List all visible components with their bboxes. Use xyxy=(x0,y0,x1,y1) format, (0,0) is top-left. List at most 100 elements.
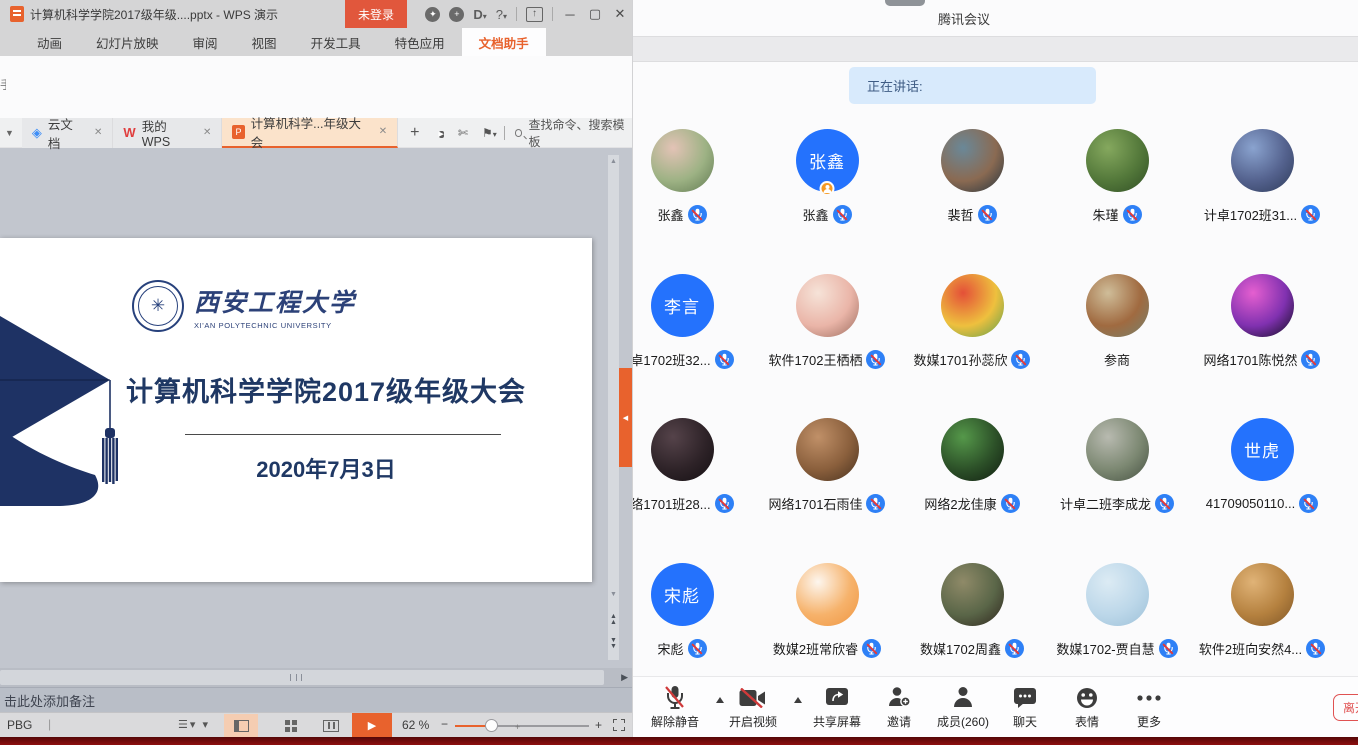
participant-tile[interactable]: 计卓1702班31... xyxy=(1190,129,1334,224)
participant-avatar xyxy=(1086,563,1149,626)
toolbar-button-cam-off[interactable]: 开启视频 xyxy=(720,684,786,730)
help-icon[interactable]: ?▾ xyxy=(496,7,507,22)
participant-name: 计卓二班李成龙 xyxy=(1060,494,1151,513)
maximize-button[interactable]: ▢ xyxy=(587,6,603,22)
zoom-slider[interactable]: + xyxy=(455,725,589,727)
bottom-red-bar xyxy=(0,737,1358,745)
notes-toggle-icon[interactable]: ☰▾ ▾ xyxy=(178,718,210,731)
toolbar-button-invite[interactable]: 邀请 xyxy=(866,684,932,730)
muted-mic-icon xyxy=(715,350,734,369)
menu-tab-4[interactable]: 开发工具 xyxy=(294,28,378,56)
participant-avatar: 宋彪 xyxy=(651,563,714,626)
previous-slide-icon[interactable]: ▲▲ xyxy=(608,614,619,626)
menu-tab-1[interactable]: 幻灯片放映 xyxy=(79,28,176,56)
menu-tab-2[interactable]: 审阅 xyxy=(176,28,235,56)
notes-placeholder: 击此处添加备注 xyxy=(4,691,95,710)
mic-off-icon xyxy=(664,684,686,711)
close-tab-icon[interactable]: ✕ xyxy=(203,127,211,138)
participant-tile[interactable]: 裴哲 xyxy=(900,129,1044,224)
document-tab-0[interactable]: ◈云文档✕ xyxy=(22,118,114,148)
participant-tile[interactable]: 数媒2班常欣睿 xyxy=(755,563,899,658)
tab-list-dropdown-icon[interactable]: ▼ xyxy=(5,128,14,138)
vertical-scrollbar[interactable]: ▲ ▼ ▲▲ ▼▼ xyxy=(608,155,619,660)
slideshow-play-button[interactable]: ▶ xyxy=(352,713,392,737)
participant-tile[interactable]: 络1701班28... xyxy=(632,418,754,513)
pin-window-icon[interactable]: ↑ xyxy=(526,7,543,22)
participant-tile[interactable]: 张鑫 xyxy=(632,129,754,224)
participant-avatar xyxy=(1086,274,1149,337)
participant-name: 卓1702班32... xyxy=(632,350,711,369)
horizontal-scrollbar[interactable]: ▶ xyxy=(0,668,632,687)
toolbar-button-mic-off[interactable]: 解除静音 xyxy=(642,684,708,730)
participant-tile[interactable]: 数媒1702周鑫 xyxy=(900,563,1044,658)
window-drag-notch[interactable] xyxy=(885,0,925,6)
participant-name: 朱瑾 xyxy=(1092,205,1118,224)
participant-tile[interactable]: 网络2龙佳康 xyxy=(900,418,1044,513)
fullscreen-icon[interactable] xyxy=(613,719,625,731)
graduation-cap-graphic xyxy=(0,316,120,508)
tools-icon[interactable]: ✄ xyxy=(458,126,468,140)
university-logo: ✳ 西安工程大学 XI'AN POLYTECHNIC UNIVERSITY xyxy=(132,280,356,332)
participant-tile[interactable]: 软件2班向安然4... xyxy=(1190,563,1334,658)
toolbar-button-emoji[interactable]: 表情 xyxy=(1054,684,1120,730)
participant-tile[interactable]: 数媒1701孙蕊欣 xyxy=(900,274,1044,369)
participant-tile[interactable]: 软件1702王栖栖 xyxy=(755,274,899,369)
leave-meeting-button[interactable]: 离开会议 xyxy=(1333,694,1358,721)
skin-icon[interactable]: ✦ xyxy=(425,7,440,22)
wps-presentation-window: 计算机科学学院2017级年级....pptx - WPS 演示 未登录 ✦ + … xyxy=(0,0,632,737)
participant-tile[interactable]: 网络1701陈悦然 xyxy=(1190,274,1334,369)
toolbar-button-chat[interactable]: 聊天 xyxy=(992,684,1058,730)
participant-tile[interactable]: 李言 卓1702班32... xyxy=(632,274,754,369)
caret-up-icon[interactable] xyxy=(794,697,802,703)
scroll-up-icon[interactable]: ▲ xyxy=(608,158,619,165)
menu-tab-3[interactable]: 视图 xyxy=(235,28,294,56)
flag-dropdown-icon[interactable]: ⚑▾ xyxy=(482,126,497,140)
login-button[interactable]: 未登录 xyxy=(345,0,407,28)
task-pane-handle[interactable]: ◀ xyxy=(619,368,632,467)
participant-tile[interactable]: 参商 xyxy=(1045,274,1189,369)
close-tab-icon[interactable]: ✕ xyxy=(379,126,387,137)
zoom-out-button[interactable]: − xyxy=(441,717,448,731)
participant-tile[interactable]: 数媒1702-贾自慧 xyxy=(1045,563,1189,658)
slide-canvas[interactable]: ✳ 西安工程大学 XI'AN POLYTECHNIC UNIVERSITY 计算… xyxy=(0,238,592,582)
toolbar-button-share[interactable]: 共享屏幕 xyxy=(804,684,870,730)
minimize-button[interactable]: ─ xyxy=(562,7,578,22)
participant-tile[interactable]: 计卓二班李成龙 xyxy=(1045,418,1189,513)
participant-tile[interactable]: 宋彪 宋彪 xyxy=(632,563,754,658)
status-bar: PBG | ☰▾ ▾ ▶ 62 % − + + xyxy=(0,712,632,737)
participant-tile[interactable]: 朱瑾 xyxy=(1045,129,1189,224)
new-tab-button[interactable]: + xyxy=(410,124,419,142)
participant-name: 宋彪 xyxy=(657,639,683,658)
document-tab-1[interactable]: W我的WPS✕ xyxy=(113,118,222,148)
scrollbar-grip[interactable] xyxy=(290,674,302,681)
menu-tab-5[interactable]: 特色应用 xyxy=(378,28,462,56)
menu-tab-6[interactable]: 文档助手 xyxy=(462,28,546,56)
close-tab-icon[interactable]: ✕ xyxy=(94,127,102,138)
close-button[interactable]: ✕ xyxy=(612,6,628,22)
menu-tab-0[interactable]: 动画 xyxy=(20,28,79,56)
participant-tile[interactable]: 世虎 41709050110... xyxy=(1190,418,1334,513)
toolbar-button-member[interactable]: 成员(260) xyxy=(930,684,996,730)
zoom-in-button[interactable]: + xyxy=(595,718,602,732)
next-slide-icon[interactable]: ▼▼ xyxy=(608,638,619,650)
play-from-current-icon[interactable]: ▶ xyxy=(439,125,444,141)
toolbar-button-more[interactable]: 更多 xyxy=(1116,684,1182,730)
toolbar-label: 聊天 xyxy=(1013,713,1037,730)
muted-mic-icon xyxy=(1001,494,1020,513)
scroll-down-icon[interactable]: ▼ xyxy=(608,591,619,598)
sync-icon[interactable]: + xyxy=(449,7,464,22)
document-tab-2[interactable]: P计算机科学...年级大会✕ xyxy=(222,118,398,148)
scroll-right-icon[interactable]: ▶ xyxy=(621,672,628,683)
normal-view-button[interactable] xyxy=(224,714,258,737)
collapsed-ribbon-area: 手 xyxy=(0,56,632,118)
reading-view-button[interactable] xyxy=(314,714,348,737)
zoom-slider-handle[interactable] xyxy=(485,719,498,732)
muted-mic-icon xyxy=(1299,494,1318,513)
notes-bar[interactable]: 击此处添加备注 xyxy=(0,687,632,712)
wps-titlebar[interactable]: 计算机科学学院2017级年级....pptx - WPS 演示 未登录 ✦ + … xyxy=(0,0,632,28)
participant-tile[interactable]: 张鑫 张鑫 xyxy=(755,129,899,224)
slide-sorter-view-button[interactable] xyxy=(274,714,308,737)
command-search-box[interactable]: 查找命令、搜索模板 xyxy=(515,116,632,150)
participant-tile[interactable]: 网络1701石雨佳 xyxy=(755,418,899,513)
docer-store-icon[interactable]: D▾ xyxy=(473,7,486,22)
